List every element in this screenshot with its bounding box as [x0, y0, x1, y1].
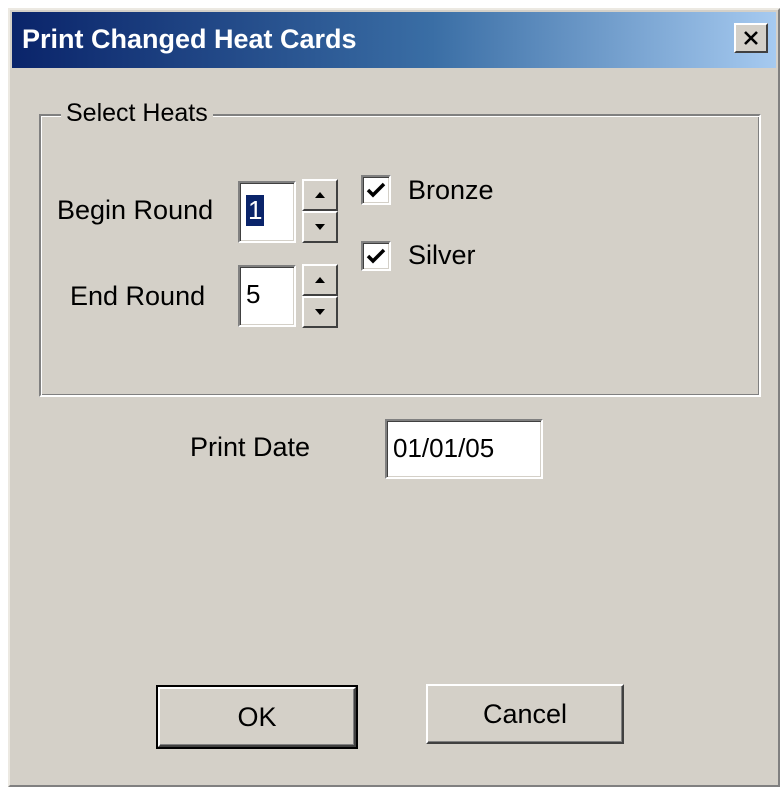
begin-round-value: 1 — [246, 195, 265, 226]
title-bar[interactable]: Print Changed Heat Cards — [12, 12, 776, 68]
end-round-up-button[interactable] — [302, 264, 338, 296]
end-round-input[interactable]: 5 — [238, 265, 296, 327]
end-round-label: End Round — [70, 281, 206, 311]
chevron-down-icon — [315, 224, 325, 230]
end-round-value: 5 — [246, 279, 261, 309]
begin-round-label: Begin Round — [57, 195, 214, 225]
bronze-label[interactable]: Bronze — [408, 175, 494, 206]
checkmark-icon — [366, 182, 386, 198]
checkmark-icon — [366, 248, 386, 264]
begin-round-spinner[interactable] — [302, 179, 338, 243]
begin-round-input[interactable]: 1 — [238, 181, 296, 243]
begin-round-up-button[interactable] — [302, 179, 338, 211]
select-heats-group: Select Heats — [39, 99, 761, 397]
ok-button[interactable]: OK — [156, 685, 358, 749]
group-legend: Select Heats — [61, 99, 213, 128]
window-title: Print Changed Heat Cards — [22, 24, 357, 54]
silver-checkbox[interactable] — [361, 241, 391, 271]
print-date-label: Print Date — [190, 432, 311, 462]
chevron-down-icon — [315, 309, 325, 315]
print-date-input[interactable]: 01/01/05 — [385, 419, 543, 479]
begin-round-down-button[interactable] — [302, 211, 338, 243]
end-round-spinner[interactable] — [302, 264, 338, 328]
print-changed-heat-cards-dialog: Print Changed Heat Cards Select Heats Be… — [8, 8, 780, 787]
close-button[interactable] — [734, 23, 768, 53]
close-icon — [744, 31, 758, 45]
cancel-button[interactable]: Cancel — [426, 684, 624, 744]
chevron-up-icon — [315, 192, 325, 198]
end-round-down-button[interactable] — [302, 296, 338, 328]
print-date-value: 01/01/05 — [393, 433, 495, 463]
bronze-checkbox[interactable] — [361, 175, 391, 205]
silver-label[interactable]: Silver — [408, 240, 476, 271]
chevron-up-icon — [315, 277, 325, 283]
